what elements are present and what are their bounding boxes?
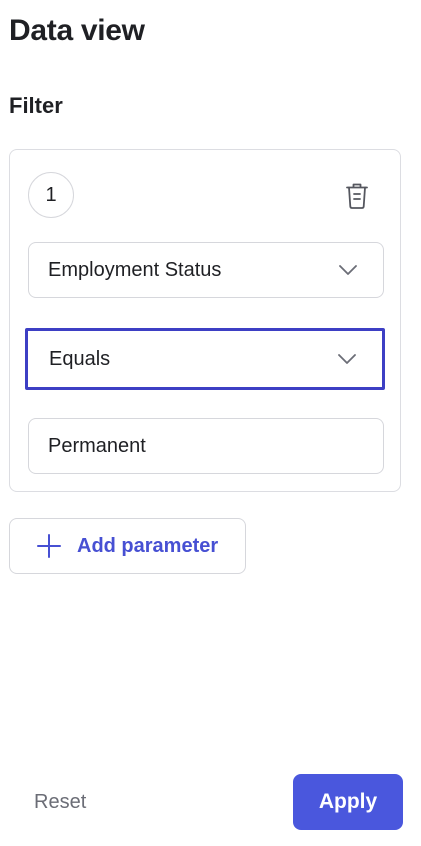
- field-name-value: Employment Status: [48, 258, 222, 281]
- operator-value: Equals: [49, 347, 111, 370]
- filter-section-label: Filter: [9, 93, 63, 118]
- page-title: Data view: [9, 14, 145, 47]
- filter-value-text: Permanent: [48, 434, 146, 457]
- add-parameter-button[interactable]: Add parameter: [9, 518, 246, 574]
- chevron-down-icon: [339, 265, 357, 275]
- chevron-down-icon: [338, 354, 356, 364]
- field-name-select[interactable]: Employment Status: [28, 242, 384, 298]
- plus-icon: [37, 534, 61, 558]
- filter-card: 1 Employment Status Equals Permanent: [9, 149, 401, 492]
- filter-index-number: 1: [45, 183, 57, 206]
- filter-value-input[interactable]: Permanent: [28, 418, 384, 474]
- operator-select[interactable]: Equals: [25, 328, 385, 390]
- data-view-panel: Data view Filter 1 Employment Status Equ…: [0, 0, 421, 846]
- delete-filter-button[interactable]: [340, 178, 374, 214]
- trash-icon: [346, 183, 368, 209]
- filter-index-badge: 1: [28, 172, 74, 218]
- apply-button-label: Apply: [318, 790, 378, 813]
- add-parameter-label: Add parameter: [77, 534, 219, 557]
- apply-button[interactable]: Apply: [293, 774, 403, 830]
- reset-button[interactable]: Reset: [34, 788, 86, 816]
